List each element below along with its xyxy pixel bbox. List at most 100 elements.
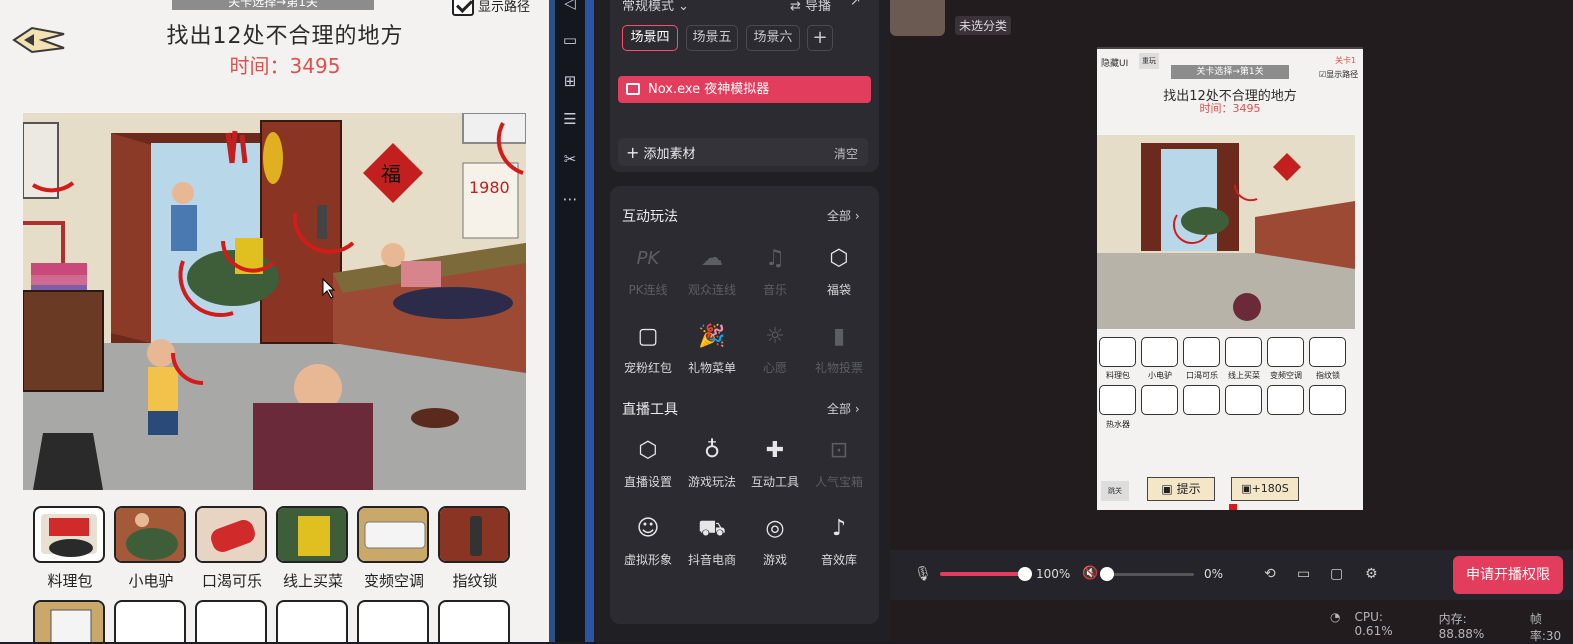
mini-scene[interactable] <box>1097 135 1355 329</box>
mini-slot-empty[interactable] <box>1225 385 1262 415</box>
apply-live-permission-button[interactable]: 申请开播权限 <box>1453 556 1563 594</box>
mini-show-path-label: 显示路径 <box>1326 70 1359 79</box>
camera-icon[interactable]: ▢ <box>1330 566 1343 582</box>
item-slot-air-conditioner[interactable] <box>357 506 429 563</box>
more-icon[interactable]: ⋯ <box>561 190 579 208</box>
mini-slot-empty[interactable] <box>1183 385 1220 415</box>
speaker-muted-icon[interactable]: 🔇 <box>1082 566 1098 581</box>
tool-game[interactable]: ◎ 游戏 <box>742 515 808 568</box>
rotate-icon[interactable]: ⟲ <box>1264 566 1276 582</box>
mini-show-path[interactable]: ☑显示路径 <box>1319 69 1358 80</box>
mini-slot-cola[interactable] <box>1183 337 1220 367</box>
add-material-button[interactable]: + 添加素材 <box>626 143 696 162</box>
source-nox-emulator[interactable]: Nox.exe 夜神模拟器 <box>618 76 871 103</box>
hide-ui-toggle[interactable]: 隐藏UI <box>1101 56 1128 69</box>
back-arrow-icon[interactable] <box>12 24 66 56</box>
screen-icon[interactable]: ▭ <box>561 31 579 49</box>
microphone-icon[interactable]: 🎙 <box>914 566 932 582</box>
screen-layout-icon[interactable]: ▭ <box>1297 566 1310 582</box>
game-title: 找出12处不合理的地方 <box>166 24 404 49</box>
mini-label: 线上买菜 <box>1228 371 1260 380</box>
feature-lucky-bag[interactable]: ⬡ 福袋 <box>806 245 872 298</box>
mini-label: 口渴可乐 <box>1186 371 1218 380</box>
top-right-tabs[interactable] <box>1410 0 1560 2</box>
mini-slot-air-conditioner[interactable] <box>1267 337 1304 367</box>
scene-tab-6[interactable]: 场景六 <box>746 25 800 51</box>
feature-wish[interactable]: ☼ 心愿 <box>742 323 808 376</box>
add-scene-button[interactable]: + <box>807 25 833 51</box>
restream-button[interactable]: ⇄ 导播 <box>790 0 831 14</box>
avatar[interactable] <box>890 0 945 36</box>
feature-fan-red-packet[interactable]: ▢ 宠粉红包 <box>615 323 681 376</box>
interactive-all-link[interactable]: 全部 › <box>827 207 860 224</box>
tool-game-play[interactable]: ♁ 游戏玩法 <box>679 437 745 490</box>
scene-tab-5[interactable]: 场景五 <box>686 25 738 51</box>
mini-slot-grocery[interactable] <box>1225 337 1262 367</box>
item-slot-empty[interactable] <box>438 600 510 642</box>
scene-illustration[interactable]: 1980 福 <box>23 113 526 490</box>
item-slot-empty[interactable] <box>195 600 267 642</box>
tool-live-settings[interactable]: ⬡ 直播设置 <box>615 437 681 490</box>
speaker-volume-track[interactable] <box>1102 573 1194 576</box>
mini-label: 变频空调 <box>1270 371 1302 380</box>
item-slot-empty[interactable] <box>114 600 186 642</box>
mini-level-banner[interactable]: 关卡选择→第1关 <box>1171 65 1289 79</box>
item-slot-fingerprint-lock[interactable] <box>438 506 510 563</box>
tool-popularity-box[interactable]: ⊡ 人气宝箱 <box>806 437 872 490</box>
cloud-link-icon: ☁ <box>701 246 723 271</box>
settings-icon[interactable]: ⚙ <box>1365 566 1378 582</box>
game-scene[interactable]: 1980 福 <box>23 113 526 490</box>
cart-icon: ⛟ <box>698 516 726 541</box>
feature-pk[interactable]: PK PK连线 <box>615 245 681 298</box>
scissors-icon[interactable]: ✂ <box>561 150 579 168</box>
mic-volume-track[interactable] <box>940 572 1026 576</box>
apk-install-icon[interactable]: ⊞ <box>561 72 579 90</box>
item-slot-empty[interactable] <box>357 600 429 642</box>
speaker-volume-value: 0% <box>1204 567 1224 581</box>
level-select-banner[interactable]: 关卡选择→第1关 <box>172 0 374 10</box>
item-slot-grocery[interactable] <box>276 506 348 563</box>
skip-button[interactable]: 跳关 <box>1101 481 1129 501</box>
volume-icon[interactable]: ◁ <box>561 0 579 12</box>
mode-select[interactable]: 常规模式 ⌄ <box>622 0 689 14</box>
tool-ecommerce[interactable]: ⛟ 抖音电商 <box>679 515 745 568</box>
show-path-toggle[interactable]: 显示路径 <box>452 0 530 16</box>
feature-gift-menu[interactable]: 🎉 礼物菜单 <box>679 323 745 376</box>
plus-icon: + <box>626 143 640 162</box>
speaker-volume-handle[interactable] <box>1100 567 1114 581</box>
item-slot-food-pack[interactable] <box>33 506 105 563</box>
item-slot-cola[interactable] <box>195 506 267 563</box>
tools-all-link[interactable]: 全部 › <box>827 400 860 417</box>
bonus-time-button[interactable]: ▣+180S <box>1231 477 1299 501</box>
feature-label: 音乐 <box>762 283 787 297</box>
multi-window-icon[interactable]: ☰ <box>561 110 579 128</box>
checkbox[interactable] <box>452 0 474 16</box>
item-slot-scooter[interactable] <box>114 506 186 563</box>
live-preview-phone[interactable]: 隐藏UI 重玩 关卡选择→第1关 关卡1 ☑显示路径 找出12处不合理的地方 时… <box>1097 47 1363 510</box>
mini-slot-food-pack[interactable] <box>1099 337 1136 367</box>
red-packet-icon: ▢ <box>637 324 659 349</box>
mode-label: 常规模式 <box>622 0 675 14</box>
item-slot-water-heater[interactable] <box>33 600 105 642</box>
mini-slot-empty[interactable] <box>1141 385 1178 415</box>
scene-tab-4[interactable]: 场景四 <box>622 25 678 51</box>
mini-slot-water-heater[interactable] <box>1099 385 1136 415</box>
item-slot-empty[interactable] <box>276 600 348 642</box>
category-tag[interactable]: 未选分类 <box>955 16 1012 35</box>
video-icon: ▣ <box>1241 482 1252 495</box>
tool-sound-library[interactable]: ♪ 音效库 <box>806 515 872 568</box>
clear-button[interactable]: 清空 <box>834 145 858 162</box>
mini-slot-fingerprint-lock[interactable] <box>1309 337 1346 367</box>
reset-button[interactable]: 重玩 <box>1139 53 1159 69</box>
feature-gift-vote[interactable]: ▮ 礼物投票 <box>806 323 872 376</box>
hint-button[interactable]: ▣ 提示 <box>1147 477 1215 501</box>
mini-slot-empty[interactable] <box>1267 385 1304 415</box>
export-icon[interactable]: ↗ <box>850 0 861 9</box>
mini-slot-scooter[interactable] <box>1141 337 1178 367</box>
tool-interactive-tools[interactable]: ✚ 互动工具 <box>742 437 808 490</box>
tool-avatar[interactable]: ☺ 虚拟形象 <box>615 515 681 568</box>
feature-audience-link[interactable]: ☁ 观众连线 <box>679 245 745 298</box>
mini-slot-empty[interactable] <box>1309 385 1346 415</box>
mic-volume-handle[interactable] <box>1018 567 1032 581</box>
feature-music[interactable]: ♫ 音乐 <box>742 245 808 298</box>
